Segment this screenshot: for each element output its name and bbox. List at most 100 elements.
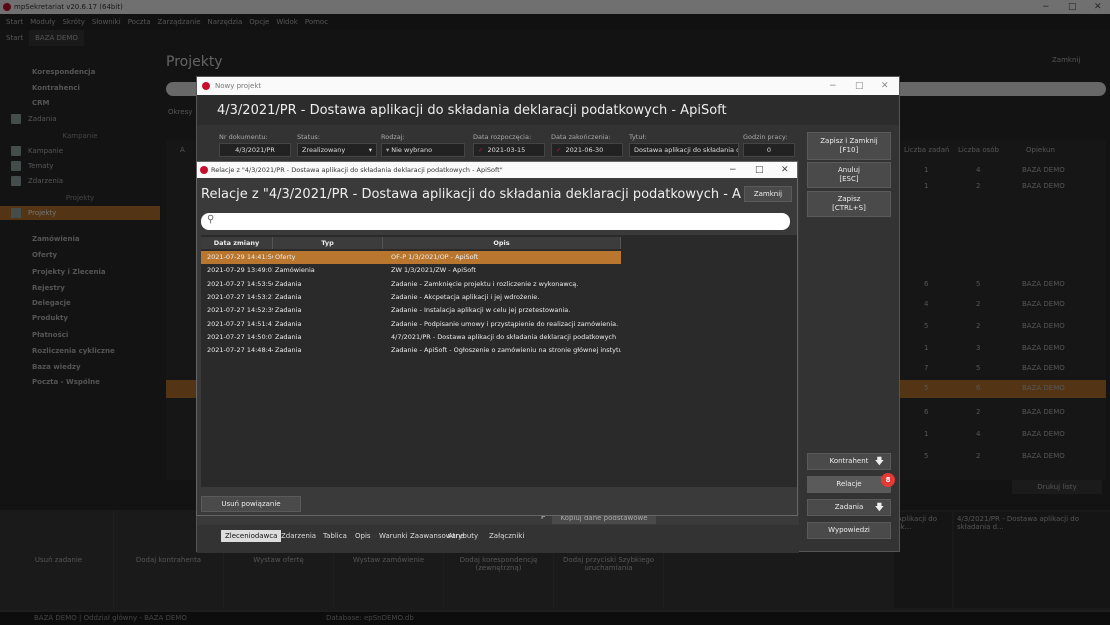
column-header-desc[interactable]: Opis: [383, 237, 621, 249]
save-button[interactable]: Zapisz [CTRL+S]: [807, 191, 891, 217]
toolbar-button[interactable]: Usuń zadanie: [4, 510, 114, 608]
sidebar-item[interactable]: Projekty: [0, 206, 160, 220]
minimize-icon[interactable]: −: [1042, 0, 1050, 14]
menu-item[interactable]: Poczta: [128, 18, 151, 26]
doc-number-field[interactable]: 4/3/2021/PR: [219, 143, 291, 157]
sidebar-item[interactable]: Delegacje: [0, 296, 160, 310]
sidebar-item[interactable]: Projekty i Zlecenia: [0, 265, 160, 279]
table-row[interactable]: 2021-07-29 14:41:50 Oferty OF-P 1/3/2021/O…: [201, 251, 621, 264]
column-header[interactable]: Liczba osób: [958, 146, 999, 154]
relation-desc: OF-P 1/3/2021/OP - ApiSoft: [391, 253, 479, 261]
project-tab[interactable]: Zleceniodawca: [221, 530, 282, 542]
sidebar-item[interactable]: Tematy: [0, 159, 160, 173]
sidebar-item[interactable]: Kampanie: [0, 144, 160, 158]
type-select[interactable]: ▾ Nie wybrano: [381, 143, 465, 157]
tab-item[interactable]: BAZA DEMO: [29, 30, 84, 46]
table-row[interactable]: 2021-07-27 14:52:39 Zadania Zadanie - Inst…: [201, 304, 621, 317]
column-header-date[interactable]: Data zmiany: [201, 237, 273, 249]
preview-thumbnail-right[interactable]: 4/3/2021/PR - Dostawa aplikacji do skład…: [954, 512, 1110, 608]
sidebar-item[interactable]: Płatności: [0, 328, 160, 342]
table-row[interactable]: 2021-07-27 14:53:56 Zadania Zadanie - Zamk…: [201, 278, 621, 291]
sidebar-item-label: Korespondencja: [32, 68, 96, 76]
column-header[interactable]: Opiekun: [1026, 146, 1055, 154]
remove-link-button[interactable]: Usuń powiązanie: [201, 496, 301, 512]
table-row[interactable]: 2021-07-27 14:51:41 Zadania Zadanie - Podp…: [201, 318, 621, 331]
people-count: 4: [976, 166, 981, 174]
thumbnail-label: 4/3/2021/PR - Dostawa aplikacji do skład…: [957, 515, 1079, 531]
relation-desc: ZW 1/3/2021/ZW - ApiSoft: [391, 266, 476, 275]
table-row[interactable]: 2021-07-27 14:50:07 Zadania 4/7/2021/PR - …: [201, 331, 621, 344]
relacje-button[interactable]: Relacje: [807, 476, 891, 493]
task-count: 6: [924, 280, 929, 288]
sidebar-item[interactable]: Rejestry: [0, 281, 160, 295]
menu-item[interactable]: Moduły: [30, 18, 55, 26]
start-date-field[interactable]: 2021-03-15: [473, 143, 545, 157]
close-icon[interactable]: ✕: [881, 77, 889, 95]
end-date-field[interactable]: 2021-06-30: [551, 143, 623, 157]
app-logo-icon: [202, 82, 210, 90]
people-count: 2: [976, 322, 981, 330]
relation-desc: Zadanie - Akcpetacja aplikacji i jej wdr…: [391, 292, 540, 301]
save-close-button[interactable]: Zapisz i Zamknij [F10]: [807, 132, 891, 160]
project-tab[interactable]: Zdarzenia: [281, 532, 316, 540]
sidebar-item[interactable]: Rozliczenia cykliczne: [0, 344, 160, 358]
menu-item[interactable]: Opcje: [249, 18, 269, 26]
task-count: 4: [924, 300, 929, 308]
maximize-icon[interactable]: □: [1068, 0, 1077, 14]
menu-item[interactable]: Narzędzia: [208, 18, 243, 26]
preview-thumbnail-left[interactable]: Aplikacji do sk...: [894, 512, 952, 608]
project-tab[interactable]: Atrybuty: [448, 532, 478, 540]
page-title: Projekty: [166, 54, 223, 70]
menu-item[interactable]: Pomoc: [305, 18, 328, 26]
project-tab[interactable]: Opis: [355, 532, 371, 540]
table-row[interactable]: 2021-07-29 13:49:01 Zamówienia ZW 1/3/2021…: [201, 264, 621, 277]
project-tab[interactable]: Warunki: [379, 532, 408, 540]
menu-item[interactable]: Słowniki: [92, 18, 121, 26]
close-button[interactable]: Zamknij: [1052, 56, 1080, 64]
minimize-icon[interactable]: −: [729, 162, 737, 178]
menu-item[interactable]: Start: [6, 18, 23, 26]
table-row[interactable]: 2021-07-27 14:48:44 Zadania Zadanie - ApiS…: [201, 344, 621, 357]
column-header[interactable]: Liczba zadań: [904, 146, 949, 154]
sidebar-item[interactable]: Zamówienia: [0, 232, 160, 246]
title-field[interactable]: Dostawa aplikacji do składania dek: [629, 143, 739, 157]
hours-field[interactable]: 0: [743, 143, 795, 157]
sidebar-item[interactable]: Zdarzenia: [0, 174, 160, 188]
close-icon[interactable]: ✕: [781, 162, 789, 178]
minimize-icon[interactable]: −: [829, 77, 837, 95]
sidebar-item[interactable]: Produkty: [0, 311, 160, 325]
project-tab[interactable]: Załączniki: [489, 532, 524, 540]
table-row[interactable]: 2021-07-27 14:53:21 Zadania Zadanie - Akcp…: [201, 291, 621, 304]
search-input[interactable]: ⚲: [201, 213, 790, 230]
relation-type: Zadania: [275, 279, 302, 288]
sidebar-item[interactable]: Zadania: [0, 112, 160, 126]
sidebar-item[interactable]: Poczta - Wspólne: [0, 375, 160, 389]
sidebar-item[interactable]: Oferty: [0, 248, 160, 262]
owner: BAZA DEMO: [1022, 300, 1065, 308]
cancel-button[interactable]: Anuluj [ESC]: [807, 162, 891, 188]
menu-item[interactable]: Widok: [276, 18, 298, 26]
print-button[interactable]: Drukuj listy: [1012, 480, 1102, 494]
zadania-button[interactable]: Zadania 🡇: [807, 499, 891, 516]
close-icon[interactable]: ✕: [1094, 0, 1102, 14]
sidebar-item[interactable]: CRM: [0, 96, 160, 110]
tab-item[interactable]: Start: [0, 30, 29, 46]
project-tab[interactable]: Tablica: [323, 532, 347, 540]
sidebar-item[interactable]: Baza wiedzy: [0, 360, 160, 374]
menu-item[interactable]: Zarządzanie: [158, 18, 201, 26]
sidebar-item[interactable]: Kontrahenci: [0, 81, 160, 95]
maximize-icon[interactable]: □: [755, 162, 764, 178]
maximize-icon[interactable]: □: [855, 77, 864, 95]
status-select[interactable]: Zrealizowany ▾: [297, 143, 377, 157]
people-count: 2: [976, 182, 981, 190]
hours-label: Godzin pracy:: [743, 133, 788, 141]
menu-item[interactable]: Skróty: [62, 18, 84, 26]
wypowiedzi-button[interactable]: Wypowiedzi: [807, 522, 891, 539]
kontrahent-button[interactable]: Kontrahent 🡇: [807, 453, 891, 470]
column-header[interactable]: A: [180, 146, 185, 154]
sidebar-item[interactable]: Korespondencja: [0, 65, 160, 79]
close-button[interactable]: Zamknij: [744, 186, 792, 202]
task-count: 1: [924, 430, 929, 438]
column-header-type[interactable]: Typ: [273, 237, 383, 249]
app-titlebar: mpSekretariat v20.6.17 (64bit) − □ ✕: [0, 0, 1110, 14]
